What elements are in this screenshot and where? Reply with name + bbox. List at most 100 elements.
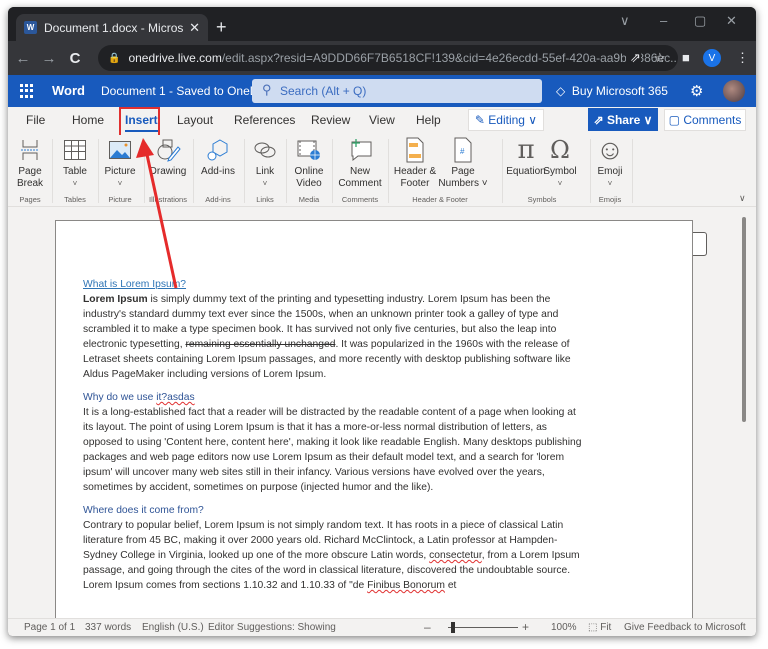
- group-symbols: Symbols: [527, 195, 557, 204]
- bookmark-star-icon[interactable]: ☆: [654, 50, 666, 66]
- tab-file[interactable]: File: [26, 113, 45, 127]
- table-button[interactable]: Table ˅: [56, 137, 94, 190]
- ribbon-separator: [332, 139, 333, 203]
- fit-button[interactable]: ⬚ Fit: [588, 622, 611, 633]
- smiley-icon: ☺: [595, 134, 625, 165]
- group-links: Links: [256, 195, 274, 204]
- buy-microsoft-365-button[interactable]: ◇ Buy Microsoft 365: [556, 84, 668, 98]
- heading-where-from: Where does it come from?: [83, 505, 204, 516]
- online-video-icon: [289, 137, 329, 163]
- browser-tab[interactable]: W Document 1.docx - Microsoft W· ✕: [16, 14, 208, 41]
- tab-close-icon[interactable]: ✕: [189, 20, 200, 36]
- group-picture: Picture: [108, 195, 132, 204]
- page-numbers-icon: #: [438, 137, 488, 163]
- ribbon-separator: [193, 139, 194, 203]
- status-bar: Page 1 of 1 337 words English (U.S.) Edi…: [8, 618, 756, 636]
- profile-avatar[interactable]: V: [703, 49, 721, 67]
- ribbon-separator: [286, 139, 287, 203]
- tab-home[interactable]: Home: [72, 113, 104, 127]
- editor-suggestions[interactable]: Editor Suggestions: Showing: [208, 622, 336, 633]
- share-button[interactable]: ⇗ Share ∨: [588, 108, 658, 131]
- settings-gear-icon[interactable]: ⚙: [690, 82, 703, 100]
- app-name[interactable]: Word: [52, 83, 85, 98]
- document-body[interactable]: What is Lorem Ipsum? Lorem Ipsum is simp…: [83, 277, 583, 601]
- buy-label: Buy Microsoft 365: [571, 84, 668, 98]
- tab-view[interactable]: View: [369, 113, 395, 127]
- tab-title: Document 1.docx - Microsoft W·: [44, 20, 184, 35]
- zoom-level[interactable]: 100%: [551, 622, 577, 633]
- maximize-button[interactable]: ▢: [694, 13, 706, 29]
- ribbon-separator: [502, 139, 503, 203]
- minimize-button[interactable]: –: [660, 13, 667, 28]
- add-ins-button[interactable]: Add-ins: [196, 137, 240, 178]
- picture-button[interactable]: Picture ˅: [100, 137, 140, 190]
- tab-layout[interactable]: Layout: [177, 113, 213, 127]
- page-break-button[interactable]: Page Break: [12, 137, 48, 190]
- new-tab-button[interactable]: +: [216, 17, 227, 38]
- paragraph-2: It is a long-established fact that a rea…: [83, 407, 582, 493]
- group-add-ins: Add-ins: [205, 195, 231, 204]
- header-footer-button[interactable]: Header & Footer: [392, 137, 438, 190]
- word-count[interactable]: 337 words: [85, 622, 131, 633]
- link-button[interactable]: Link ˅: [248, 137, 282, 190]
- picture-icon: [100, 137, 140, 163]
- zoom-in-button[interactable]: +: [522, 620, 529, 634]
- page-break-icon: [12, 137, 48, 163]
- app-launcher-icon[interactable]: [20, 84, 34, 98]
- tab-help[interactable]: Help: [416, 113, 441, 127]
- new-comment-icon: [336, 137, 384, 163]
- comments-button[interactable]: ▢ Comments: [664, 109, 746, 131]
- group-tables: Tables: [64, 195, 86, 204]
- ribbon-separator: [98, 139, 99, 203]
- ribbon-collapse-icon[interactable]: ∨: [739, 193, 746, 204]
- language[interactable]: English (U.S.): [142, 622, 204, 633]
- back-button[interactable]: ←: [12, 50, 34, 67]
- equation-button[interactable]: π Equation: [506, 137, 546, 178]
- side-panel-icon[interactable]: ■: [682, 50, 690, 65]
- word-header: Word Document 1 - Saved to OneDrive ⚲ Se…: [8, 75, 756, 107]
- word-favicon-icon: W: [24, 21, 37, 34]
- search-icon: ⚲: [262, 82, 272, 97]
- pi-icon: π: [517, 135, 535, 165]
- new-comment-button[interactable]: New Comment: [336, 137, 384, 190]
- svg-text:#: #: [460, 147, 465, 156]
- vertical-scrollbar[interactable]: [742, 217, 746, 422]
- url-input[interactable]: 🔒 onedrive.live.com /edit.aspx?resid=A9D…: [98, 45, 678, 71]
- heading-why-use: Why do we use it?asdas: [83, 392, 195, 403]
- user-avatar[interactable]: [723, 80, 745, 102]
- page-numbers-button[interactable]: # Page Numbers ˅: [438, 137, 488, 190]
- paragraph-1: Lorem Ipsum is simply dummy text of the …: [83, 294, 571, 380]
- browser-window: W Document 1.docx - Microsoft W· ✕ + ∨ –…: [8, 7, 756, 636]
- tab-search-icon[interactable]: ∨: [620, 13, 630, 29]
- drawing-button[interactable]: Drawing: [146, 137, 190, 178]
- online-video-button[interactable]: Online Video: [289, 137, 329, 190]
- document-canvas: What is Lorem Ipsum? Lorem Ipsum is simp…: [8, 207, 756, 630]
- symbol-button[interactable]: Ω Symbol ˅: [543, 137, 577, 190]
- tab-review[interactable]: Review: [311, 113, 350, 127]
- browser-menu-icon[interactable]: ⋮: [736, 50, 749, 66]
- feedback-link[interactable]: Give Feedback to Microsoft: [624, 622, 746, 633]
- zoom-out-button[interactable]: –: [424, 620, 431, 634]
- address-bar-row: ← → C 🔒 onedrive.live.com /edit.aspx?res…: [8, 41, 756, 75]
- share-page-icon[interactable]: ⇗: [626, 50, 641, 66]
- ribbon-separator: [52, 139, 53, 203]
- reload-button[interactable]: C: [64, 50, 86, 67]
- close-window-button[interactable]: ✕: [726, 13, 737, 29]
- forward-button[interactable]: →: [38, 50, 60, 67]
- omega-icon: Ω: [550, 136, 570, 164]
- zoom-slider-thumb[interactable]: [451, 622, 455, 633]
- link-icon: [248, 137, 282, 163]
- ribbon-separator: [244, 139, 245, 203]
- lock-icon: 🔒: [108, 52, 121, 64]
- ribbon-separator: [144, 139, 145, 203]
- emoji-button[interactable]: ☺ Emoji ˅: [592, 134, 628, 190]
- ribbon-insert: Page Break Pages Table ˅ Tables Picture ˅ P…: [8, 135, 756, 207]
- insert-tab-highlight: [119, 107, 160, 137]
- tab-references[interactable]: References: [234, 113, 295, 127]
- group-comments: Comments: [341, 195, 379, 204]
- group-emojis: Emojis: [598, 195, 622, 204]
- editing-mode-button[interactable]: ✎ Editing ∨: [468, 109, 544, 131]
- zoom-slider[interactable]: [448, 627, 518, 628]
- table-icon: [56, 137, 94, 163]
- search-input[interactable]: ⚲ Search (Alt + Q): [252, 79, 542, 103]
